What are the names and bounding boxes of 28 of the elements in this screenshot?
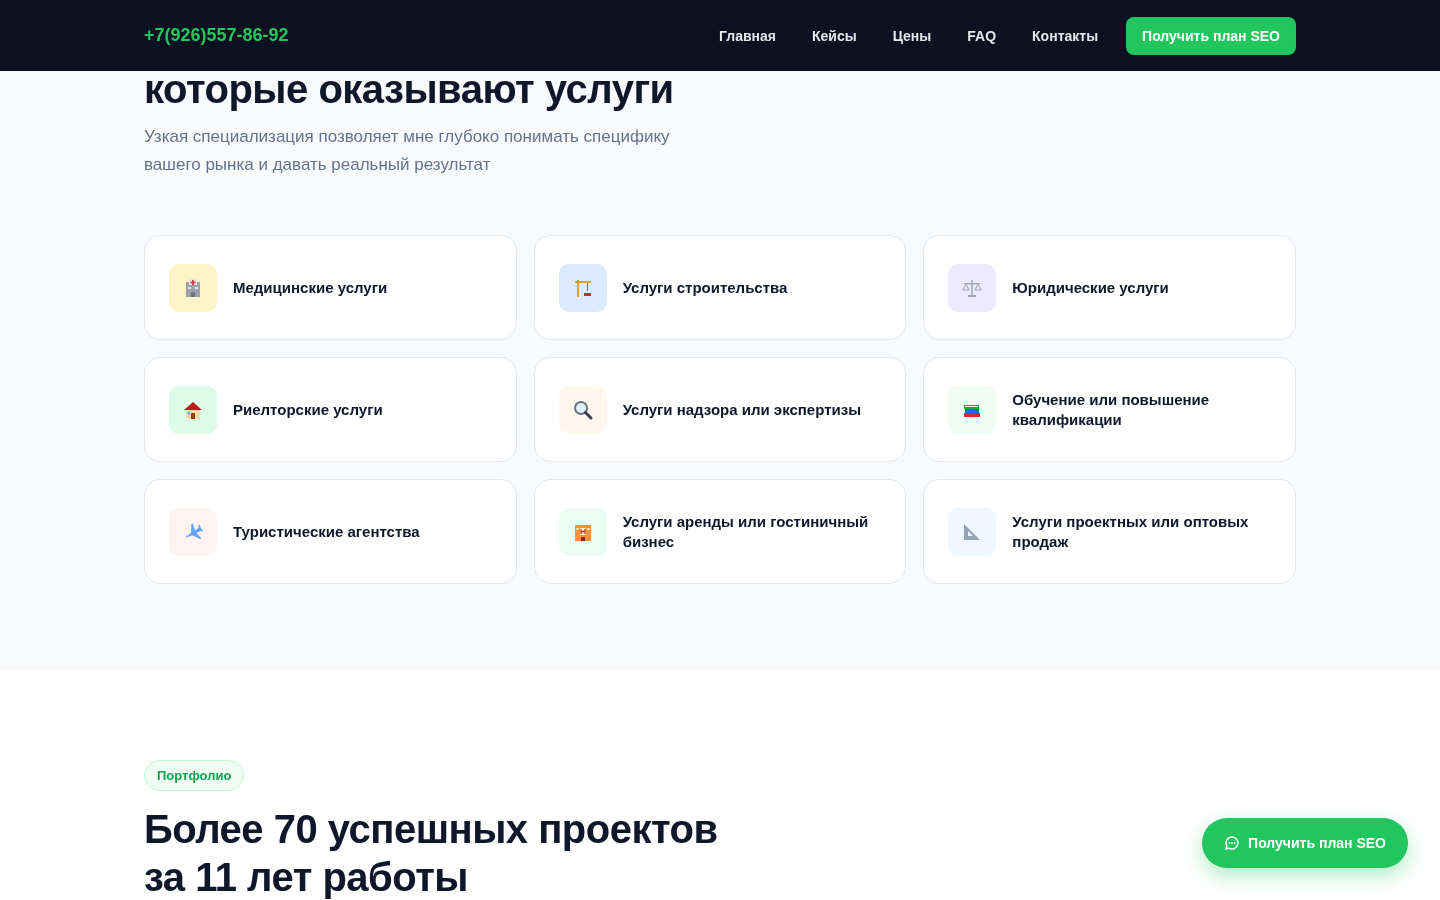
service-label: Услуги проектных или оптовых продаж bbox=[1012, 511, 1250, 552]
service-label: Услуги надзора или экспертизы bbox=[622, 399, 861, 420]
service-label: Услуги аренды или гостиничный бизнес bbox=[622, 511, 870, 552]
section-description: Узкая специализация позволяет мне глубоко понимать специфику вашего рынка и давать реальный результат bbox=[144, 126, 671, 176]
service-label: Медицинские услуги bbox=[233, 277, 388, 298]
service-label: Обучение или повышение квалификации bbox=[1012, 389, 1211, 430]
service-card[interactable]: Туристические агентства bbox=[144, 479, 517, 584]
nav-link[interactable]: Кейсы bbox=[812, 27, 857, 44]
service-card[interactable]: Юридические услуги bbox=[923, 235, 1296, 340]
phone-link[interactable]: +7(926)557-86-92 bbox=[144, 25, 289, 46]
service-card[interactable]: Услуги строительства bbox=[533, 235, 907, 340]
service-label: Юридические услуги bbox=[1012, 277, 1169, 298]
section-heading: Более 70 успешных проектов за 11 лет работы bbox=[144, 806, 719, 900]
service-label: Услуги строительства bbox=[622, 277, 788, 298]
service-card[interactable]: Услуги проектных или оптовых продаж bbox=[923, 479, 1296, 584]
service-label: Риелторские услуги bbox=[233, 399, 383, 420]
service-card[interactable]: Услуги надзора или экспертизы bbox=[533, 357, 907, 462]
service-card[interactable]: Услуги аренды или гостиничный бизнес bbox=[533, 479, 907, 584]
service-card[interactable]: Риелторские услуги bbox=[144, 357, 517, 462]
section-badge: Портфолио bbox=[144, 760, 245, 791]
service-label: Туристические агентства bbox=[233, 521, 420, 542]
service-card[interactable]: Медицинские услуги bbox=[144, 235, 517, 340]
nav-link[interactable]: FAQ bbox=[967, 27, 997, 44]
chat-icon bbox=[1224, 835, 1241, 851]
nav-link[interactable]: Главная bbox=[719, 27, 776, 44]
nav-link[interactable]: Цены bbox=[892, 27, 932, 44]
service-card[interactable]: Обучение или повышение квалификации bbox=[923, 357, 1296, 462]
nav-link[interactable]: Контакты bbox=[1032, 27, 1099, 44]
